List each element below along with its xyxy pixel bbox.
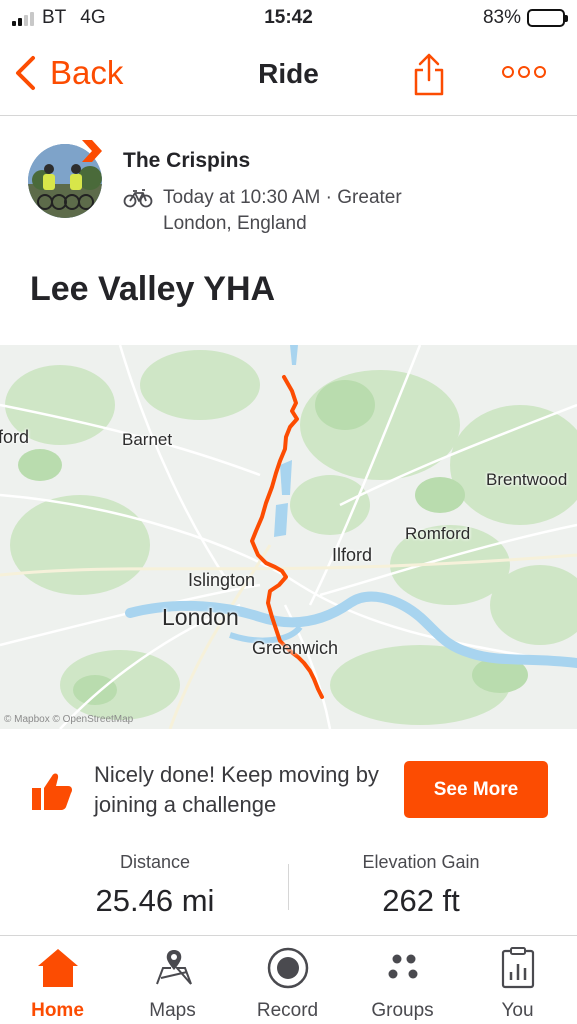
map-label-brentwood: Brentwood: [486, 470, 568, 489]
battery-percent: 83%: [482, 7, 521, 28]
map-label-ford: ford: [0, 427, 30, 447]
stat-elevation: Elevation Gain 262 ft: [321, 852, 521, 919]
map-label-romford: Romford: [405, 524, 471, 543]
map-label-ilford: Ilford: [332, 545, 373, 565]
tab-bar: Home Maps Record Groups You: [0, 935, 577, 1024]
tab-home[interactable]: Home: [0, 936, 115, 1024]
see-more-button[interactable]: See More: [404, 761, 548, 818]
stat-label: Elevation Gain: [362, 852, 480, 872]
thumbs-up-icon: [32, 773, 72, 810]
map-attribution[interactable]: © Mapbox © OpenStreetMap: [4, 714, 133, 725]
stat-value: 262 ft: [382, 883, 460, 918]
record-icon: [267, 947, 309, 989]
stat-distance: Distance 25.46 mi: [55, 852, 255, 919]
tab-label: Record: [256, 1000, 319, 1021]
route-map[interactable]: ford Barnet Brentwood Romford Ilford Isl…: [0, 345, 577, 729]
map-label-barnet: Barnet: [122, 430, 173, 449]
athlete-name[interactable]: The Crispins: [123, 149, 423, 173]
map-label-london: London: [162, 604, 239, 630]
tab-you[interactable]: You: [460, 936, 575, 1024]
activity-title: Lee Valley YHA: [30, 270, 276, 308]
page-title: Ride: [258, 58, 319, 89]
challenge-prompt: Nicely done! Keep moving by joining a ch…: [94, 762, 379, 817]
tab-label: Maps: [149, 1000, 196, 1021]
tab-label: Groups: [371, 1000, 434, 1021]
you-icon: [501, 947, 535, 989]
tab-maps[interactable]: Maps: [115, 936, 230, 1024]
map-background: [0, 345, 577, 729]
map-label-islington: Islington: [188, 570, 256, 590]
stat-divider: [288, 864, 289, 910]
tab-record[interactable]: Record: [230, 936, 345, 1024]
battery-icon: [527, 9, 568, 27]
map-label-greenwich: Greenwich: [252, 638, 339, 658]
home-icon: [38, 949, 78, 987]
groups-icon: [388, 954, 418, 979]
maps-icon: [156, 950, 192, 985]
tab-label: You: [501, 1000, 534, 1021]
more-options-icon[interactable]: [502, 66, 546, 78]
activity-meta: Today at 10:30 AM · Greater London, Engl…: [163, 187, 402, 234]
bike-icon: [123, 189, 153, 208]
share-icon[interactable]: [412, 52, 446, 98]
navigation-bar: Back Ride: [0, 36, 577, 116]
status-bar: BT 4G 15:42 83%: [0, 0, 577, 36]
tab-groups[interactable]: Groups: [345, 936, 460, 1024]
battery-info: 83%: [482, 7, 568, 29]
stat-label: Distance: [119, 852, 191, 872]
stat-value: 25.46 mi: [95, 883, 215, 918]
tab-label: Home: [31, 1000, 84, 1021]
subscriber-badge-icon: [82, 140, 102, 162]
